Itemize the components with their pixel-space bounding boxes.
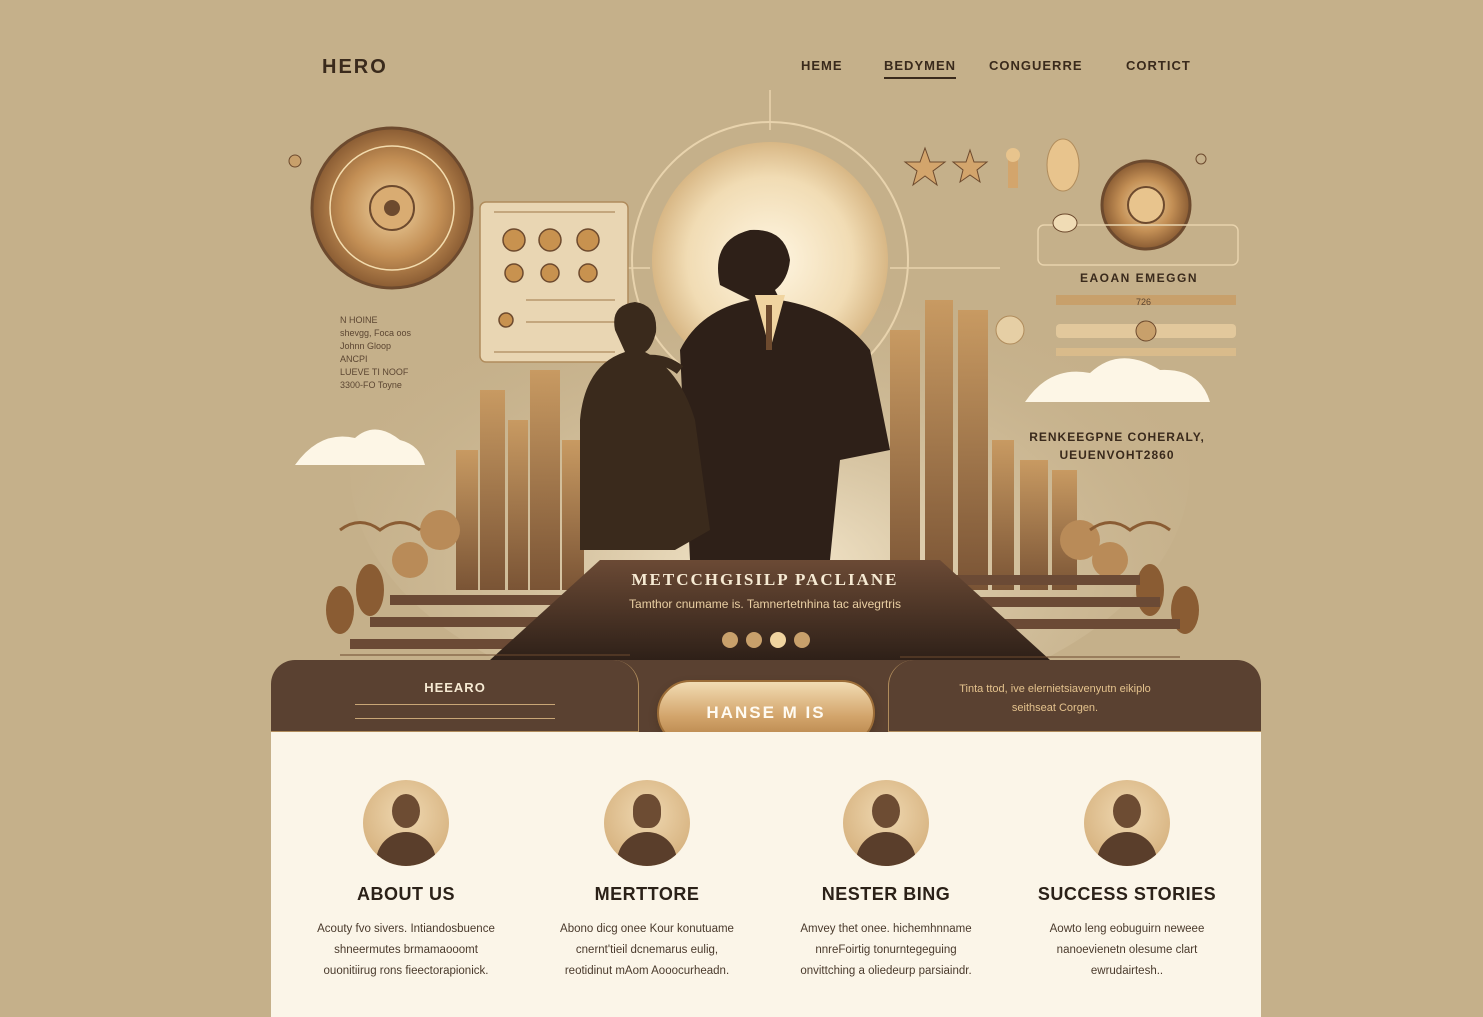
site-logo[interactable]: HERO xyxy=(322,56,388,79)
nav-contact[interactable]: CORTICT xyxy=(1126,58,1191,73)
card-line: Acouty fvo sivers. Intiandosbuence xyxy=(317,923,495,935)
carousel-dot[interactable] xyxy=(794,632,810,648)
left-info-line: Johnn Gloop xyxy=(340,341,392,351)
bar-right-text: Tinta ttod, ive elernietsiavenyutn eikip… xyxy=(930,680,1180,718)
left-info-line: LUEVE TI NOOF xyxy=(340,367,409,377)
card-text: Acouty fvo sivers. Intiandosbuence shnee… xyxy=(286,919,526,982)
card-line: reotidinut mAom Aooocurheadn. xyxy=(564,965,730,977)
bar-left-label[interactable]: HEEARO xyxy=(380,680,530,695)
avatar xyxy=(363,780,449,866)
card-title: ABOUT US xyxy=(357,884,455,904)
feature-card-success-stories[interactable]: SUCCESS STORIES Aowto leng eobuguirn new… xyxy=(1007,780,1247,982)
carousel-dot-active[interactable] xyxy=(770,632,786,648)
bar-right-line: seithseat Corgen. xyxy=(1011,702,1099,714)
card-title: SUCCESS STORIES xyxy=(1037,884,1217,904)
side-text-line: UEUENVOHT2860 xyxy=(1059,448,1175,462)
card-title: NESTER BING xyxy=(821,884,951,904)
hero-subtitle: Tamthor cnumame is. Tamnertetnhina tac a… xyxy=(629,597,901,611)
avatar xyxy=(843,780,929,866)
feature-card-about[interactable]: ABOUT US Acouty fvo sivers. Intiandosbue… xyxy=(286,780,526,982)
left-info-line: N HOINE xyxy=(340,315,378,325)
card-line: shneermutes brmamaooomt xyxy=(334,944,478,956)
feature-card-mentors[interactable]: MERTTORE Abono dicg onee Kour konutuame … xyxy=(527,780,767,982)
card-line: Abono dicg onee Kour konutuame xyxy=(560,923,734,935)
divider xyxy=(355,718,555,719)
card-text: Amvey thet onee. hichemhnname nnreFoirti… xyxy=(766,919,1006,982)
nav-home[interactable]: HEME xyxy=(801,58,843,73)
card-line: Amvey thet onee. hichemhnname xyxy=(800,923,972,935)
right-panel-number: 726 xyxy=(1136,297,1152,307)
divider xyxy=(355,704,555,705)
bar-right-line: Tinta ttod, ive elernietsiavenyutn eikip… xyxy=(959,683,1151,695)
hero-title: METCCHGISILP PACLIANE xyxy=(631,570,899,589)
card-title: MERTTORE xyxy=(594,884,700,904)
carousel-dot[interactable] xyxy=(746,632,762,648)
avatar xyxy=(1084,780,1170,866)
left-info-panel: N HOINE shevgg, Foca oos Johnn Gloop ANC… xyxy=(340,314,411,392)
carousel-dot[interactable] xyxy=(722,632,738,648)
card-line: cnernt'tieil dcnemarus eulig, xyxy=(575,944,719,956)
card-line: Aowto leng eobuguirn neweee xyxy=(1049,923,1205,935)
left-info-line: ANCPI xyxy=(340,354,368,364)
card-line: ewrudairtesh.. xyxy=(1090,965,1164,977)
card-line: nanoevienetn olesume clart xyxy=(1056,944,1198,956)
feature-card-mentoring[interactable]: NESTER BING Amvey thet onee. hichemhnnam… xyxy=(766,780,1006,982)
hero-side-text: RENKEEGPNE COHERALY, UEUENVOHT2860 xyxy=(1012,428,1222,464)
card-text: Abono dicg onee Kour konutuame cnernt'ti… xyxy=(527,919,767,982)
card-line: nnreFoirtig tonurntegeguing xyxy=(815,944,957,956)
card-line: ouonitiirug rons fieectorapionick. xyxy=(323,965,489,977)
action-bar-left-frame xyxy=(271,660,639,732)
right-panel-title: EAOAN EMEGGN xyxy=(1080,271,1199,285)
nav-services[interactable]: BEDYMEN xyxy=(884,58,957,79)
left-info-line: shevgg, Foca oos xyxy=(340,328,412,338)
nav-conference[interactable]: CONGUERRE xyxy=(989,58,1083,73)
left-info-line: 3300-FO Toyne xyxy=(340,380,402,390)
card-line: onvittching a oliedeurp parsiaindr. xyxy=(800,965,972,977)
side-text-line: RENKEEGPNE COHERALY, xyxy=(1029,430,1205,444)
carousel-dots xyxy=(722,632,810,648)
card-text: Aowto leng eobuguirn neweee nanoevienetn… xyxy=(1007,919,1247,982)
avatar xyxy=(604,780,690,866)
